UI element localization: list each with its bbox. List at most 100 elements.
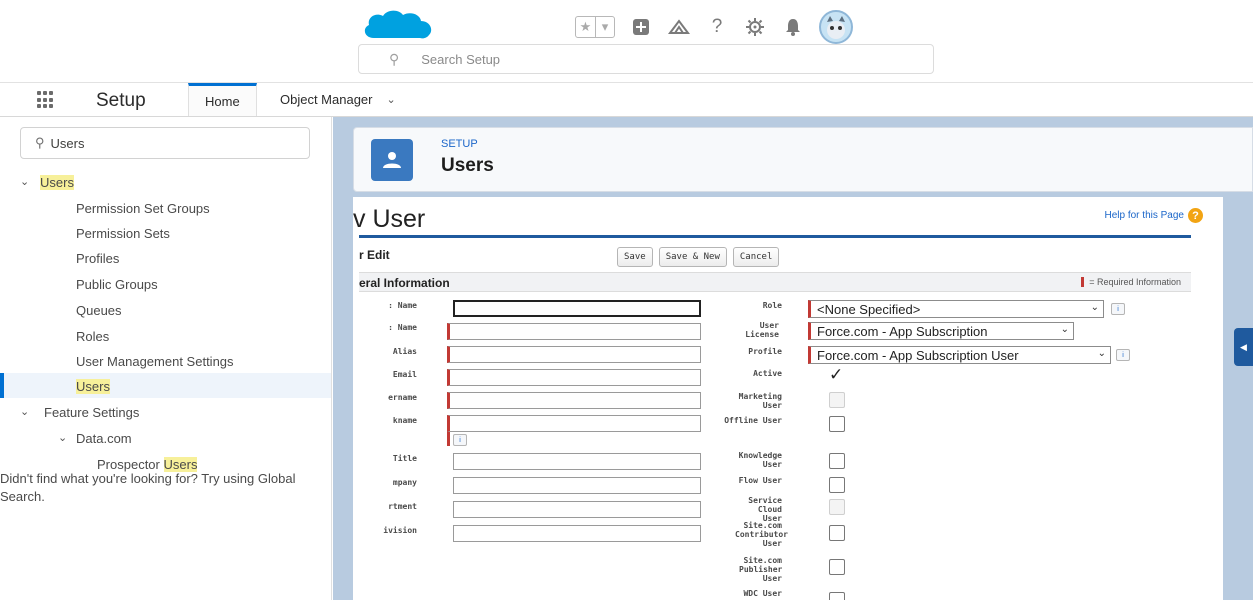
quick-find-input[interactable] (50, 135, 291, 151)
site-publisher-checkbox[interactable] (829, 559, 845, 575)
service-cloud-user-checkbox (829, 499, 845, 515)
cancel-button[interactable]: Cancel (732, 247, 780, 267)
label-nickname: kname (392, 416, 417, 425)
profile-select-value: Force.com - App Subscription User (817, 347, 1019, 363)
label-profile: Profile (748, 347, 782, 356)
form-title: v User (353, 205, 426, 233)
chevron-down-icon[interactable]: ▾ (595, 17, 614, 37)
offline-user-checkbox[interactable] (829, 416, 845, 432)
search-icon: ⚲ (389, 50, 400, 67)
chevron-down-icon[interactable]: ⌄ (1091, 302, 1099, 313)
save-button[interactable]: Save (617, 247, 653, 267)
tree-section-feature-settings[interactable]: Feature Settings (44, 405, 139, 420)
required-legend: = Required Information (1081, 277, 1181, 287)
label-knowledge-user: Knowledge User (738, 451, 782, 469)
search-input[interactable] (421, 51, 822, 67)
tab-object-manager[interactable]: Object Manager ⌄ (268, 83, 408, 116)
role-info-icon[interactable]: i (1111, 303, 1125, 315)
help-icon[interactable]: ? (1188, 208, 1203, 223)
gear-icon[interactable] (743, 15, 767, 39)
app-launcher-icon[interactable] (37, 91, 55, 109)
sidebar-item-profiles[interactable]: Profiles (76, 251, 119, 266)
label-offline-user: Offline User (724, 416, 782, 425)
user-icon (371, 139, 413, 181)
sidebar-item-roles[interactable]: Roles (76, 329, 109, 344)
sidebar-item-permission-sets[interactable]: Permission Sets (76, 226, 170, 241)
salesforce-logo[interactable] (360, 8, 436, 42)
role-select-value: <None Specified> (817, 301, 921, 317)
role-select[interactable]: <None Specified> ⌄ (808, 300, 1104, 318)
sidebar-selected-row (0, 373, 331, 398)
label-email: Email (392, 370, 417, 379)
profile-info-icon[interactable]: i (1116, 349, 1130, 361)
global-search[interactable]: ⚲ (358, 44, 934, 74)
main-content: SETUP Users v User Help for this Page ? … (333, 117, 1253, 600)
wdc-user-checkbox[interactable] (829, 592, 845, 600)
page-title: Users (441, 155, 494, 176)
user-license-select-value: Force.com - App Subscription (817, 323, 988, 339)
help-link-label[interactable]: Help for this Page (1105, 210, 1185, 221)
label-service-cloud-user: Service Cloud User (748, 496, 782, 523)
sidebar-item-public-groups[interactable]: Public Groups (76, 277, 158, 292)
label-username: ername (388, 393, 417, 402)
help-for-this-page-link[interactable]: Help for this Page ? (1105, 208, 1203, 223)
sidebar-item-queues[interactable]: Queues (76, 303, 122, 318)
sidebar-item-permission-set-groups[interactable]: Permission Set Groups (76, 201, 210, 216)
quick-find[interactable]: ⚲ (20, 127, 310, 159)
panel-title: r Edit (359, 248, 390, 262)
tab-object-manager-label: Object Manager (280, 92, 373, 107)
page-eyebrow: SETUP (441, 138, 478, 150)
profile-select[interactable]: Force.com - App Subscription User ⌄ (808, 346, 1111, 364)
chevron-down-icon[interactable]: ⌄ (58, 431, 67, 444)
chevron-down-icon[interactable]: ⌄ (1098, 348, 1106, 359)
tab-home[interactable]: Home (188, 83, 257, 116)
chevron-down-icon[interactable]: ⌄ (20, 175, 29, 188)
sidebar-item-users[interactable]: Users (76, 379, 110, 394)
label-company: mpany (392, 478, 417, 487)
side-panel-toggle[interactable]: ◀ (1234, 328, 1253, 366)
chevron-down-icon[interactable]: ⌄ (20, 405, 29, 418)
header-tools: ★ ▾ ? (575, 10, 853, 44)
marketing-user-checkbox (829, 392, 845, 408)
page-header: SETUP Users (353, 127, 1253, 192)
knowledge-user-checkbox[interactable] (829, 453, 845, 469)
global-header: ★ ▾ ? ⚲ (0, 0, 1253, 82)
avatar[interactable] (819, 10, 853, 44)
tree-section-users[interactable]: Users (40, 175, 74, 190)
label-title: Title (392, 454, 417, 463)
sidebar-item-user-management-settings[interactable]: User Management Settings (76, 354, 234, 369)
setup-sidebar: ⚲ ⌄ Users Permission Set Groups Permissi… (0, 117, 332, 600)
site-contributor-checkbox[interactable] (829, 525, 845, 541)
label-marketing-user: Marketing User (738, 392, 782, 410)
chevron-left-icon: ◀ (1240, 341, 1247, 352)
required-marker-icon (1081, 277, 1085, 287)
nav-bar: Setup Home Object Manager ⌄ (0, 82, 1253, 117)
section-title: eral Information (359, 276, 450, 290)
add-icon[interactable] (629, 15, 653, 39)
chevron-down-icon[interactable]: ⌄ (387, 93, 396, 106)
info-icon[interactable]: i (453, 434, 467, 446)
label-user-license: User License (745, 321, 779, 339)
search-icon: ⚲ (35, 135, 45, 150)
flow-user-checkbox[interactable] (829, 477, 845, 493)
help-icon[interactable]: ? (705, 15, 729, 39)
favorites-group[interactable]: ★ ▾ (575, 16, 615, 38)
required-legend-text: = Required Information (1089, 277, 1181, 287)
star-icon[interactable]: ★ (576, 17, 595, 37)
label-site-contributor: Site.com Contributor User (735, 521, 788, 548)
app-name: Setup (96, 90, 146, 111)
chevron-down-icon[interactable]: ⌄ (1061, 324, 1069, 335)
label-role: Role (762, 301, 782, 310)
active-checkbox[interactable]: ✓ (829, 365, 843, 385)
label-active: Active (753, 369, 782, 378)
label-department: rtment (388, 502, 417, 511)
required-marker-icon (447, 432, 450, 446)
label-site-publisher: Site.com Publisher User (739, 556, 783, 583)
trailhead-icon[interactable] (667, 15, 691, 39)
tree-section-datacom[interactable]: Data.com (76, 431, 132, 446)
label-alias: Alias (392, 347, 417, 356)
bell-icon[interactable] (781, 15, 805, 39)
user-license-select[interactable]: Force.com - App Subscription ⌄ (808, 322, 1074, 340)
label-first-name: : Name (388, 301, 417, 310)
save-and-new-button[interactable]: Save & New (658, 247, 727, 267)
